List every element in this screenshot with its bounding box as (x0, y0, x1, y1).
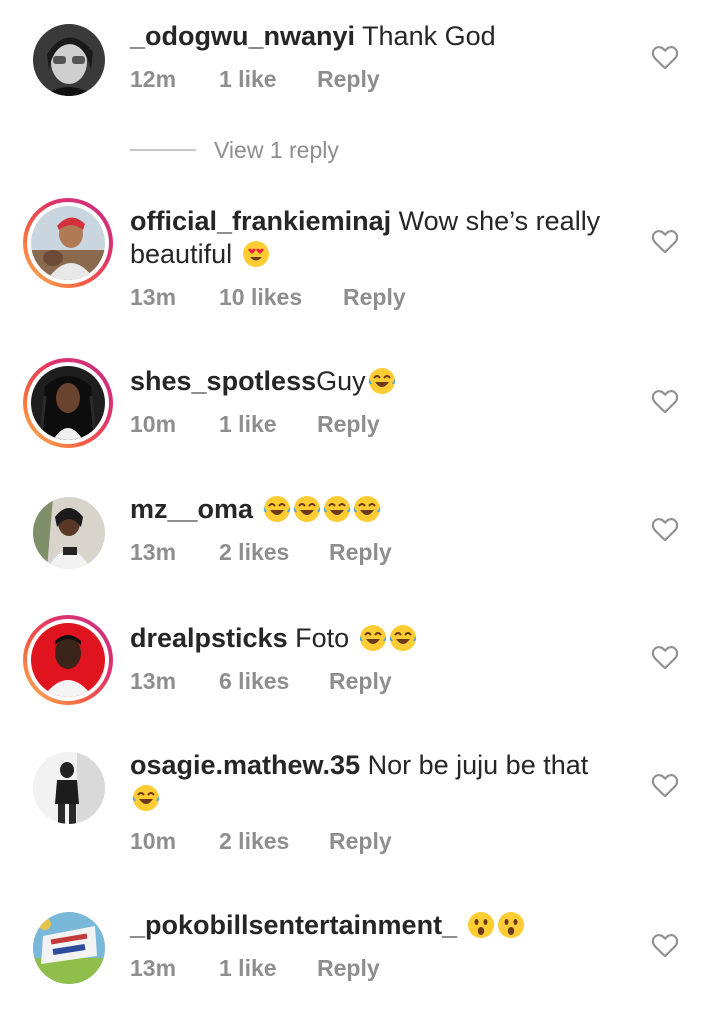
comment-text: shes_spotlessGuy (130, 365, 610, 398)
avatar (31, 623, 105, 697)
avatar[interactable] (33, 497, 105, 569)
comment-likes[interactable]: 2 likes (219, 828, 329, 855)
comment-meta: 12m 1 like Reply (130, 66, 380, 93)
comment-text: _pokobillsentertainment_ (130, 909, 610, 942)
comment-likes[interactable]: 2 likes (219, 539, 329, 566)
comment-likes[interactable]: 1 like (219, 66, 317, 93)
avatar[interactable] (33, 912, 105, 984)
comment-text: mz__oma (130, 493, 610, 526)
tears-of-joy-emoji (359, 624, 387, 652)
comment-time: 13m (130, 668, 177, 694)
comment-username[interactable]: _pokobillsentertainment_ (130, 910, 457, 940)
comment-likes[interactable]: 10 likes (219, 284, 343, 311)
heart-icon[interactable] (651, 516, 679, 542)
comment-likes[interactable]: 1 like (219, 955, 317, 982)
heart-icon[interactable] (651, 228, 679, 254)
comment-body: Foto (295, 623, 350, 653)
reply-button[interactable]: Reply (329, 539, 392, 566)
avatar-story-ring[interactable] (23, 358, 113, 448)
comment-username[interactable]: mz__oma (130, 494, 253, 524)
comment-body: Guy (316, 366, 366, 396)
comment-time: 13m (130, 955, 177, 981)
comment-likes[interactable]: 1 like (219, 411, 317, 438)
heart-icon[interactable] (651, 772, 679, 798)
comment-username[interactable]: _odogwu_nwanyi (130, 21, 355, 51)
heart-icon[interactable] (651, 44, 679, 70)
tears-of-joy-emoji (353, 495, 381, 523)
heart-icon[interactable] (651, 644, 679, 670)
tears-of-joy-emoji (323, 495, 351, 523)
comment-time: 10m (130, 411, 177, 437)
comment-time: 13m (130, 284, 177, 310)
heart-icon[interactable] (651, 932, 679, 958)
avatar-story-ring[interactable] (23, 198, 113, 288)
comment-time: 10m (130, 828, 177, 854)
comment-meta: 10m 2 likes Reply (130, 828, 392, 855)
avatar[interactable] (33, 24, 105, 96)
comment-username[interactable]: shes_spotless (130, 366, 316, 396)
avatar (31, 206, 105, 280)
comment-meta: 10m 1 like Reply (130, 411, 380, 438)
comment-body: Nor be juju be that (367, 750, 589, 780)
heart-eyes-emoji (242, 240, 270, 268)
comment-text: _odogwu_nwanyi Thank God (130, 20, 610, 53)
tears-of-joy-emoji (389, 624, 417, 652)
astonished-emoji (497, 911, 525, 939)
heart-icon[interactable] (651, 388, 679, 414)
comment-username[interactable]: official_frankieminaj (130, 206, 391, 236)
view-replies-divider (130, 149, 196, 151)
comment-text: osagie.mathew.35 Nor be juju be that (130, 749, 610, 815)
astonished-emoji (467, 911, 495, 939)
reply-button[interactable]: Reply (317, 955, 380, 982)
comment-meta: 13m 6 likes Reply (130, 668, 392, 695)
comment-text: drealpsticks Foto (130, 622, 610, 655)
reply-button[interactable]: Reply (329, 668, 392, 695)
tears-of-joy-emoji (293, 495, 321, 523)
comment-likes[interactable]: 6 likes (219, 668, 329, 695)
comment-meta: 13m 2 likes Reply (130, 539, 392, 566)
comment-meta: 13m 1 like Reply (130, 955, 380, 982)
avatar (31, 366, 105, 440)
comment-meta: 13m 10 likes Reply (130, 284, 406, 311)
reply-button[interactable]: Reply (329, 828, 392, 855)
avatar-story-ring[interactable] (23, 615, 113, 705)
reply-button[interactable]: Reply (317, 66, 380, 93)
reply-button[interactable]: Reply (317, 411, 380, 438)
comment-body: Thank God (362, 21, 496, 51)
tears-of-joy-emoji (263, 495, 291, 523)
comment-time: 12m (130, 66, 177, 92)
view-replies-button[interactable]: View 1 reply (130, 134, 339, 166)
tears-of-joy-emoji (368, 367, 396, 395)
comment-time: 13m (130, 539, 177, 565)
reply-button[interactable]: Reply (343, 284, 406, 311)
avatar[interactable] (33, 752, 105, 824)
comment-text: official_frankieminaj Wow she’s really b… (130, 205, 610, 271)
view-replies-label[interactable]: View 1 reply (214, 137, 339, 164)
tears-of-joy-emoji (132, 784, 160, 812)
comment-username[interactable]: drealpsticks (130, 623, 288, 653)
comment-username[interactable]: osagie.mathew.35 (130, 750, 360, 780)
